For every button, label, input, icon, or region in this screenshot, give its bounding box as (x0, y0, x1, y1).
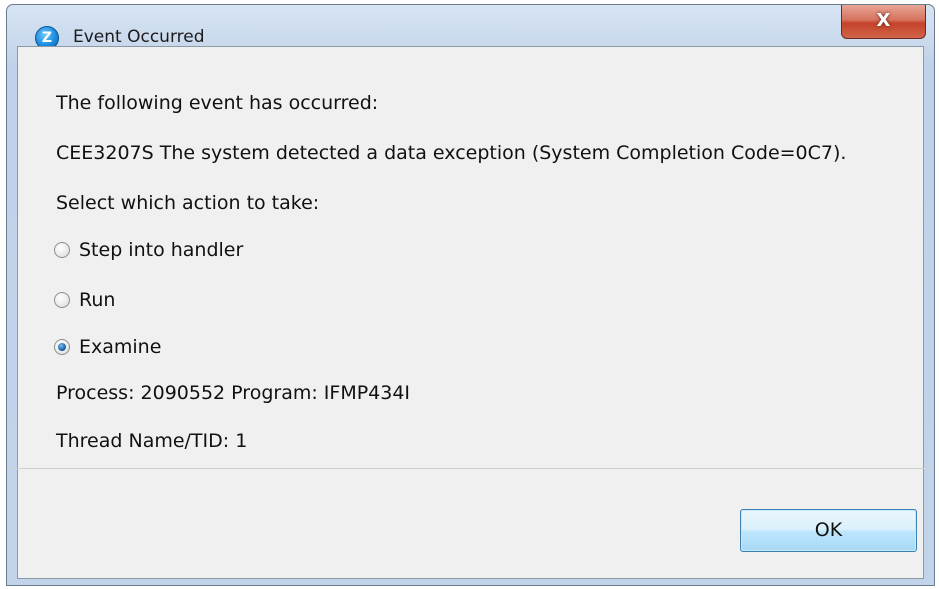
option-label: Step into handler (79, 239, 244, 261)
option-examine[interactable]: Examine (54, 336, 161, 358)
thread-info: Thread Name/TID: 1 (56, 430, 248, 452)
radio-examine[interactable] (54, 339, 70, 355)
process-info: Process: 2090552 Program: IFMP434I (56, 382, 411, 404)
event-dialog-window: Z Event Occurred X The following event h… (6, 4, 935, 586)
dialog-body: The following event has occurred: CEE320… (8, 46, 933, 579)
radio-step-into-handler[interactable] (54, 242, 70, 258)
action-prompt: Select which action to take: (56, 192, 320, 214)
title-bar[interactable]: Z Event Occurred X (7, 5, 934, 50)
event-message: CEE3207S The system detected a data exce… (56, 142, 847, 164)
option-step-into-handler[interactable]: Step into handler (54, 239, 243, 261)
option-label: Examine (79, 336, 162, 358)
option-run[interactable]: Run (54, 289, 115, 311)
ok-button[interactable]: OK (740, 509, 917, 552)
divider (8, 468, 933, 469)
close-button[interactable]: X (841, 5, 926, 39)
option-label: Run (79, 289, 116, 311)
radio-run[interactable] (54, 292, 70, 308)
window-title: Event Occurred (73, 27, 205, 47)
intro-text: The following event has occurred: (56, 92, 379, 114)
